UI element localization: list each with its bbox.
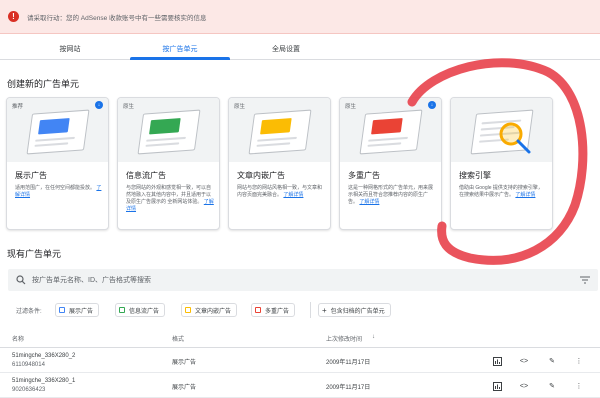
chip-checkbox [255, 307, 261, 313]
search-placeholder: 按广告单元名称、ID、广告格式等搜索 [32, 277, 151, 284]
chart-icon[interactable] [492, 381, 502, 391]
device-illustration [137, 109, 201, 155]
tab-by-site[interactable]: 按网站 [20, 38, 120, 60]
edit-icon[interactable]: ✎ [547, 356, 557, 366]
card-tag: 原生 [234, 104, 246, 110]
ad-unit-name[interactable]: 51mingche_336X280_1 [12, 378, 75, 384]
include-archived-button[interactable]: + 包含归档的广告单元 [318, 303, 391, 317]
card-description: 借助由 Google 提供支持的搜索引擎，在搜索结果中展示广告。 了解详情 [459, 185, 543, 198]
card-illustration: 原生 [229, 98, 330, 162]
info-icon: ↓ [428, 101, 436, 109]
ad-unit-format: 展示广告 [172, 385, 197, 391]
column-header-name[interactable]: 名称 [12, 334, 24, 343]
card-title: 搜索引擎 [459, 171, 491, 180]
ad-unit-updated: 2009年11月17日 [326, 360, 371, 366]
search-input[interactable]: 按广告单元名称、ID、广告格式等搜索 [8, 269, 598, 291]
column-header-format[interactable]: 格式 [172, 334, 184, 343]
chart-icon[interactable] [492, 356, 502, 366]
device-illustration [359, 109, 423, 155]
chip-checkbox [59, 307, 65, 313]
card-in-feed-ad[interactable]: 原生 信息流广告 与您网站的外观和感觉相一致，可以自然地融入在其他内容中，并且适… [117, 97, 220, 230]
learn-more-link[interactable]: 了解详情 [283, 192, 303, 198]
table-header: 名称 格式 上次修改时间 ↓ [0, 330, 600, 348]
chip-checkbox [119, 307, 125, 313]
search-icon [16, 275, 26, 285]
card-title: 文章内嵌广告 [237, 171, 285, 180]
chip-display-ad[interactable]: 展示广告 [55, 303, 100, 317]
ad-unit-updated: 2009年11月17日 [326, 385, 371, 391]
card-illustration: 推荐 ↓ [7, 98, 108, 162]
chip-checkbox [185, 307, 191, 313]
card-tag: 推荐 [12, 104, 24, 110]
card-search-engine[interactable]: 搜索引擎 借助由 Google 提供支持的搜索引擎，在搜索结果中展示广告。 了解… [450, 97, 553, 230]
divider [310, 302, 311, 318]
edit-icon[interactable]: ✎ [547, 381, 557, 391]
card-title: 信息流广告 [126, 171, 166, 180]
sort-arrow-icon[interactable]: ↓ [372, 334, 375, 340]
table-row[interactable]: 51mingche_336X280_1 9020636423 展示广告 2009… [0, 374, 600, 398]
card-illustration [451, 98, 552, 162]
alert-banner: ! 请采取行动：您的 AdSense 收款账号中有一些需要核实的信息 [0, 0, 600, 34]
ad-unit-id: 6110948014 [12, 362, 45, 368]
more-icon[interactable]: ⋮ [574, 381, 584, 391]
code-icon[interactable]: <> [519, 356, 529, 366]
alert-icon: ! [8, 11, 19, 22]
ad-unit-name[interactable]: 51mingche_336X280_2 [12, 353, 75, 359]
card-title: 多重广告 [348, 171, 380, 180]
card-description: 与您网站的外观和感觉相一致，可以自然地融入在其他内容中，并且适用于以及原生广告展… [126, 185, 214, 212]
ad-unit-format: 展示广告 [172, 360, 197, 366]
plus-icon: + [322, 305, 327, 315]
card-title: 展示广告 [15, 171, 47, 180]
magnifier-icon [499, 122, 531, 154]
tab-bar: 按网站 按广告单元 全局设置 [0, 38, 600, 60]
chip-in-feed-ad[interactable]: 信息流广告 [115, 303, 166, 317]
card-illustration: 原生 [118, 98, 219, 162]
alert-text: 请采取行动：您的 AdSense 收款账号中有一些需要核实的信息 [27, 14, 207, 22]
table-row[interactable]: 51mingche_336X280_2 6110948014 展示广告 2009… [0, 349, 600, 373]
card-tag: 原生 [345, 104, 357, 110]
create-section-title: 创建新的广告单元 [7, 79, 80, 89]
card-description: 适用范围广，在任何空间都能投放。 了解详情 [15, 185, 102, 198]
learn-more-link[interactable]: 了解详情 [515, 192, 535, 198]
ad-unit-id: 9020636423 [12, 387, 46, 393]
learn-more-link[interactable]: 了解详情 [359, 199, 379, 205]
chip-multiplex-ad[interactable]: 多重广告 [251, 303, 296, 317]
card-display-ad[interactable]: 推荐 ↓ 展示广告 适用范围广，在任何空间都能投放。 了解详情 [6, 97, 109, 230]
device-illustration [26, 109, 90, 155]
card-in-article-ad[interactable]: 原生 文章内嵌广告 网站与您的网站风格相一致，与文章和内容页面完美融合。 了解详… [228, 97, 331, 230]
code-icon[interactable]: <> [519, 381, 529, 391]
device-illustration [248, 109, 312, 155]
column-header-updated[interactable]: 上次修改时间 [326, 334, 362, 343]
filter-label: 过滤条件: [16, 308, 42, 315]
filter-row: 过滤条件: 展示广告 信息流广告 文章内嵌广告 多重广告 + 包含归档的广告单元 [0, 297, 600, 323]
filter-icon[interactable] [580, 276, 590, 284]
existing-section-title: 现有广告单元 [7, 249, 62, 259]
card-description: 这是一种网格形式的广告单元，用来展示相关而且符合您推荐内容的原生广告。 了解详情 [348, 185, 434, 205]
card-description: 网站与您的网站风格相一致，与文章和内容页面完美融合。 了解详情 [237, 185, 323, 198]
card-illustration: 原生 ↓ [340, 98, 441, 162]
active-tab-indicator [130, 57, 230, 60]
tab-global-settings[interactable]: 全局设置 [236, 38, 336, 60]
info-icon: ↓ [95, 101, 103, 109]
more-icon[interactable]: ⋮ [574, 356, 584, 366]
chip-in-article-ad[interactable]: 文章内嵌广告 [181, 303, 238, 317]
card-tag: 原生 [123, 104, 135, 110]
card-multiplex-ad[interactable]: 原生 ↓ 多重广告 这是一种网格形式的广告单元，用来展示相关而且符合您推荐内容的… [339, 97, 442, 230]
